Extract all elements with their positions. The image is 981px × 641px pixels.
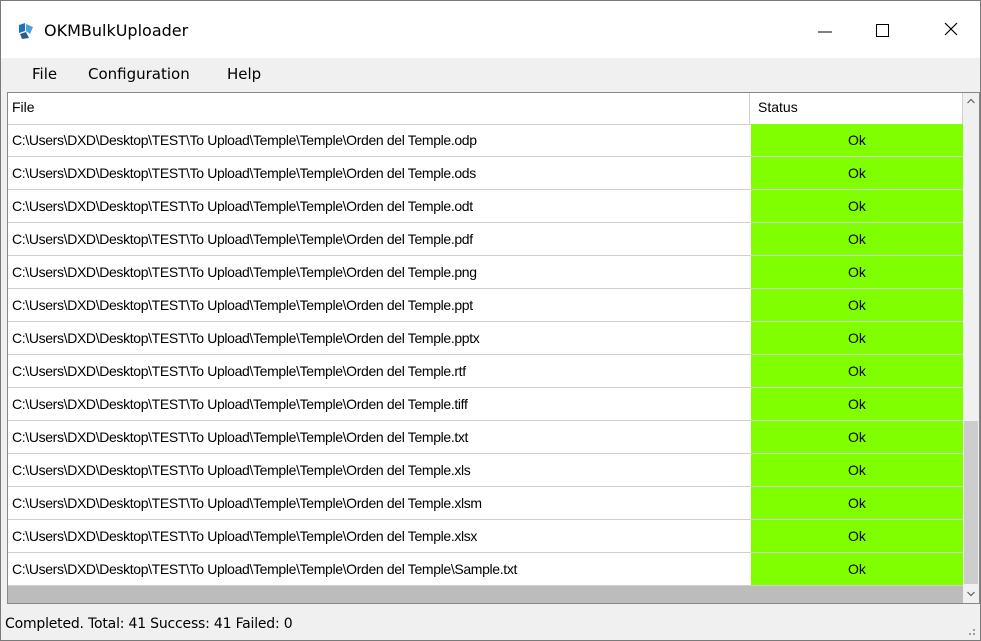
column-header-file[interactable]: File (8, 93, 750, 124)
grid-empty-area (8, 586, 963, 603)
minimize-icon (818, 31, 832, 33)
status-cell[interactable]: Ok (751, 289, 963, 322)
status-cell[interactable]: Ok (751, 322, 963, 355)
status-cell[interactable]: Ok (751, 190, 963, 223)
status-cell[interactable]: Ok (751, 553, 963, 586)
maximize-icon (876, 24, 889, 37)
scroll-down-button[interactable] (963, 586, 979, 603)
status-cell[interactable]: Ok (751, 223, 963, 256)
table-row[interactable]: C:\Users\DXD\Desktop\TEST\To Upload\Temp… (8, 487, 963, 520)
menu-bar: File Configuration Help (1, 58, 980, 91)
menu-configuration[interactable]: Configuration (88, 58, 190, 91)
table-row[interactable]: C:\Users\DXD\Desktop\TEST\To Upload\Temp… (8, 421, 963, 454)
status-cell[interactable]: Ok (751, 256, 963, 289)
table-row[interactable]: C:\Users\DXD\Desktop\TEST\To Upload\Temp… (8, 157, 963, 190)
vertical-scrollbar[interactable] (963, 93, 979, 603)
file-cell[interactable]: C:\Users\DXD\Desktop\TEST\To Upload\Temp… (8, 421, 755, 454)
status-text: Completed. Total: 41 Success: 41 Failed:… (5, 616, 293, 632)
file-cell[interactable]: C:\Users\DXD\Desktop\TEST\To Upload\Temp… (8, 487, 755, 520)
file-cell[interactable]: C:\Users\DXD\Desktop\TEST\To Upload\Temp… (8, 289, 755, 322)
scroll-up-button[interactable] (963, 93, 979, 110)
maximize-button[interactable] (858, 1, 906, 58)
close-icon (944, 22, 958, 36)
file-cell[interactable]: C:\Users\DXD\Desktop\TEST\To Upload\Temp… (8, 124, 755, 157)
file-cell[interactable]: C:\Users\DXD\Desktop\TEST\To Upload\Temp… (8, 157, 755, 190)
status-cell[interactable]: Ok (751, 487, 963, 520)
table-row[interactable]: C:\Users\DXD\Desktop\TEST\To Upload\Temp… (8, 388, 963, 421)
table-row[interactable]: C:\Users\DXD\Desktop\TEST\To Upload\Temp… (8, 355, 963, 388)
close-button[interactable] (927, 1, 975, 58)
file-cell[interactable]: C:\Users\DXD\Desktop\TEST\To Upload\Temp… (8, 520, 755, 553)
file-cell[interactable]: C:\Users\DXD\Desktop\TEST\To Upload\Temp… (8, 355, 755, 388)
table-row[interactable]: C:\Users\DXD\Desktop\TEST\To Upload\Temp… (8, 289, 963, 322)
grid-header: File Status (8, 93, 963, 125)
status-cell[interactable]: Ok (751, 520, 963, 553)
file-cell[interactable]: C:\Users\DXD\Desktop\TEST\To Upload\Temp… (8, 388, 755, 421)
table-row[interactable]: C:\Users\DXD\Desktop\TEST\To Upload\Temp… (8, 520, 963, 553)
table-row[interactable]: C:\Users\DXD\Desktop\TEST\To Upload\Temp… (8, 553, 963, 586)
status-bar: Completed. Total: 41 Success: 41 Failed:… (1, 606, 980, 640)
scrollbar-thumb[interactable] (964, 421, 978, 584)
table-row[interactable]: C:\Users\DXD\Desktop\TEST\To Upload\Temp… (8, 190, 963, 223)
column-header-status[interactable]: Status (750, 93, 963, 124)
window-title: OKMBulkUploader (44, 21, 189, 40)
file-cell[interactable]: C:\Users\DXD\Desktop\TEST\To Upload\Temp… (8, 553, 755, 586)
table-row[interactable]: C:\Users\DXD\Desktop\TEST\To Upload\Temp… (8, 124, 963, 157)
menu-help[interactable]: Help (227, 58, 261, 91)
resize-grip-icon[interactable] (966, 626, 976, 636)
chevron-up-icon (967, 98, 975, 104)
status-cell[interactable]: Ok (751, 421, 963, 454)
title-bar[interactable]: OKMBulkUploader (1, 1, 980, 58)
status-cell[interactable]: Ok (751, 454, 963, 487)
menu-file[interactable]: File (32, 58, 57, 91)
table-row[interactable]: C:\Users\DXD\Desktop\TEST\To Upload\Temp… (8, 256, 963, 289)
table-row[interactable]: C:\Users\DXD\Desktop\TEST\To Upload\Temp… (8, 454, 963, 487)
grid-rows: C:\Users\DXD\Desktop\TEST\To Upload\Temp… (8, 124, 963, 586)
file-cell[interactable]: C:\Users\DXD\Desktop\TEST\To Upload\Temp… (8, 454, 755, 487)
file-cell[interactable]: C:\Users\DXD\Desktop\TEST\To Upload\Temp… (8, 256, 755, 289)
chevron-down-icon (967, 591, 975, 597)
table-row[interactable]: C:\Users\DXD\Desktop\TEST\To Upload\Temp… (8, 322, 963, 355)
status-cell[interactable]: Ok (751, 355, 963, 388)
file-cell[interactable]: C:\Users\DXD\Desktop\TEST\To Upload\Temp… (8, 322, 755, 355)
status-cell[interactable]: Ok (751, 157, 963, 190)
file-cell[interactable]: C:\Users\DXD\Desktop\TEST\To Upload\Temp… (8, 190, 755, 223)
table-row[interactable]: C:\Users\DXD\Desktop\TEST\To Upload\Temp… (8, 223, 963, 256)
file-cell[interactable]: C:\Users\DXD\Desktop\TEST\To Upload\Temp… (8, 223, 755, 256)
okm-logo-icon (19, 23, 33, 39)
status-cell[interactable]: Ok (751, 124, 963, 157)
upload-grid[interactable]: File Status C:\Users\DXD\Desktop\TEST\To… (7, 92, 980, 604)
status-cell[interactable]: Ok (751, 388, 963, 421)
app-window: OKMBulkUploader File Configuration Help … (0, 0, 981, 641)
minimize-button[interactable] (801, 1, 849, 58)
